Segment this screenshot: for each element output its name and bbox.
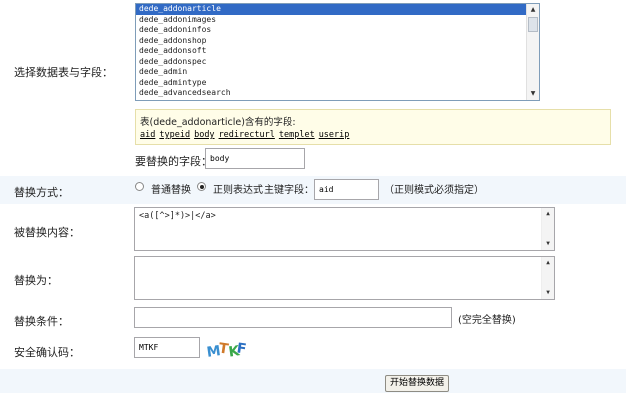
table-option[interactable]: dede_addoninfos <box>136 25 526 36</box>
field-link[interactable]: userip <box>319 130 350 140</box>
select-table-label: 选择数据表与字段： <box>14 66 113 79</box>
table-option[interactable]: dede_addonshop <box>136 36 526 47</box>
security-code-label: 安全确认码： <box>14 346 80 359</box>
replace-mode-label: 替换方式： <box>14 186 69 199</box>
table-option[interactable]: dede_arcatt <box>136 99 526 101</box>
fields-info-box: 表(dede_addonarticle)含有的字段: aid typeid body… <box>135 109 611 145</box>
regex-note: （正则模式必须指定） <box>384 185 484 196</box>
security-code-input[interactable] <box>134 337 200 358</box>
condition-input[interactable] <box>134 307 452 328</box>
fields-title: 表(dede_addonarticle)含有的字段: <box>140 117 296 128</box>
field-link[interactable]: typeid <box>159 130 190 140</box>
replace-field-input[interactable] <box>205 148 305 169</box>
field-link[interactable]: aid <box>140 130 155 140</box>
replaced-content-label: 被替换内容： <box>14 226 80 239</box>
textarea-scrollbar[interactable]: ▲ ▼ <box>541 208 554 250</box>
textarea-scrollbar[interactable]: ▲ ▼ <box>541 257 554 299</box>
field-link[interactable]: redirecturl <box>219 130 275 140</box>
scroll-up-icon[interactable]: ▲ <box>527 4 539 16</box>
table-list-scrollbar[interactable]: ▲ ▼ <box>526 4 539 100</box>
table-select-list[interactable]: dede_addonarticle dede_addonimages dede_ad… <box>135 3 540 101</box>
table-option[interactable]: dede_addonsoft <box>136 46 526 57</box>
table-option[interactable]: dede_admin <box>136 67 526 78</box>
scroll-up-icon[interactable]: ▲ <box>542 257 554 269</box>
primary-key-input[interactable] <box>314 179 379 200</box>
table-option[interactable]: dede_admintype <box>136 78 526 89</box>
table-option[interactable]: dede_addonarticle <box>136 4 526 15</box>
field-link[interactable]: templet <box>279 130 315 140</box>
primary-key-label: 主键字段： <box>264 185 314 196</box>
table-option[interactable]: dede_advancedsearch <box>136 88 526 99</box>
field-link[interactable]: body <box>194 130 214 140</box>
table-options: dede_addonarticle dede_addonimages dede_ad… <box>136 4 539 101</box>
table-option[interactable]: dede_addonimages <box>136 15 526 26</box>
captcha-letter: F <box>236 340 247 358</box>
scroll-down-icon[interactable]: ▼ <box>542 287 554 299</box>
replaced-content-textarea[interactable]: <a([^>]*)>|</a> ▲ ▼ <box>134 207 555 251</box>
scroll-down-icon[interactable]: ▼ <box>527 88 539 100</box>
replace-field-label: 要替换的字段： <box>135 155 212 168</box>
table-option[interactable]: dede_addonspec <box>136 57 526 68</box>
scroll-down-icon[interactable]: ▼ <box>542 238 554 250</box>
captcha-letter: T <box>217 340 229 358</box>
submit-row <box>0 369 626 393</box>
replace-with-textarea[interactable]: ▲ ▼ <box>134 256 555 300</box>
start-replace-button[interactable]: 开始替换数据 <box>385 375 449 392</box>
captcha-image[interactable]: MTKF <box>206 339 252 361</box>
field-links: aid typeid body redirecturl templet userip <box>140 130 353 140</box>
radio-regex-label: 正则表达式 <box>213 185 263 196</box>
replaced-content-text: <a([^>]*)>|</a> <box>139 211 216 221</box>
scroll-thumb[interactable] <box>528 17 538 32</box>
radio-regex[interactable] <box>197 182 206 191</box>
condition-note: (空完全替换) <box>458 315 516 326</box>
replace-with-label: 替换为： <box>14 274 58 287</box>
radio-normal-label: 普通替换 <box>151 185 191 196</box>
scroll-up-icon[interactable]: ▲ <box>542 208 554 220</box>
radio-normal[interactable] <box>135 182 144 191</box>
replace-condition-label: 替换条件： <box>14 315 69 328</box>
